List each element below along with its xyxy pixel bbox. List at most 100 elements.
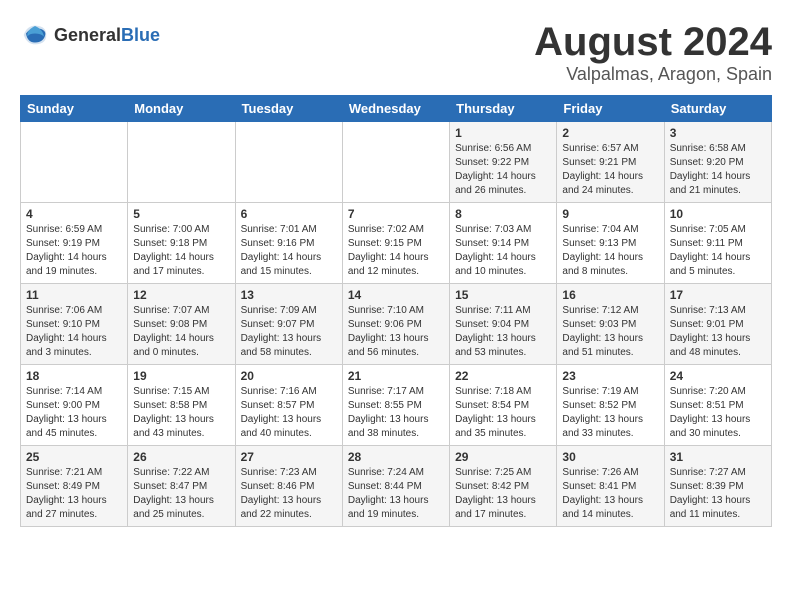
day-number: 2 <box>562 126 658 140</box>
day-number: 7 <box>348 207 444 221</box>
cell-content-line: Daylight: 13 hours <box>562 494 658 508</box>
calendar-cell: 27Sunrise: 7:23 AMSunset: 8:46 PMDayligh… <box>235 446 342 527</box>
cell-content-line: Sunrise: 7:06 AM <box>26 304 122 318</box>
calendar-cell <box>128 122 235 203</box>
cell-content-line: Daylight: 13 hours <box>241 413 337 427</box>
cell-content-line: Daylight: 14 hours <box>241 251 337 265</box>
logo: General Blue <box>20 20 160 50</box>
page-header: General Blue August 2024 Valpalmas, Arag… <box>20 20 772 85</box>
calendar-cell: 2Sunrise: 6:57 AMSunset: 9:21 PMDaylight… <box>557 122 664 203</box>
calendar-week-row: 4Sunrise: 6:59 AMSunset: 9:19 PMDaylight… <box>21 203 772 284</box>
cell-content-line: Sunrise: 7:27 AM <box>670 466 766 480</box>
cell-content-line: and 58 minutes. <box>241 346 337 360</box>
cell-content-line: Sunset: 8:51 PM <box>670 399 766 413</box>
calendar-cell: 21Sunrise: 7:17 AMSunset: 8:55 PMDayligh… <box>342 365 449 446</box>
cell-content-line: and 43 minutes. <box>133 427 229 441</box>
col-monday: Monday <box>128 96 235 122</box>
day-number: 23 <box>562 369 658 383</box>
cell-content-line: Daylight: 14 hours <box>133 332 229 346</box>
cell-content-line: Sunset: 8:46 PM <box>241 480 337 494</box>
cell-content-line: Sunset: 8:52 PM <box>562 399 658 413</box>
calendar-table: Sunday Monday Tuesday Wednesday Thursday… <box>20 95 772 527</box>
calendar-cell: 15Sunrise: 7:11 AMSunset: 9:04 PMDayligh… <box>450 284 557 365</box>
calendar-cell: 6Sunrise: 7:01 AMSunset: 9:16 PMDaylight… <box>235 203 342 284</box>
cell-content-line: Sunset: 9:03 PM <box>562 318 658 332</box>
cell-content-line: and 45 minutes. <box>26 427 122 441</box>
cell-content-line: Daylight: 14 hours <box>26 332 122 346</box>
cell-content-line: Daylight: 13 hours <box>562 332 658 346</box>
calendar-cell: 4Sunrise: 6:59 AMSunset: 9:19 PMDaylight… <box>21 203 128 284</box>
day-number: 30 <box>562 450 658 464</box>
cell-content-line: and 10 minutes. <box>455 265 551 279</box>
calendar-cell: 28Sunrise: 7:24 AMSunset: 8:44 PMDayligh… <box>342 446 449 527</box>
cell-content-line: Sunset: 9:16 PM <box>241 237 337 251</box>
calendar-cell: 13Sunrise: 7:09 AMSunset: 9:07 PMDayligh… <box>235 284 342 365</box>
cell-content-line: Sunset: 9:13 PM <box>562 237 658 251</box>
cell-content-line: Sunrise: 7:09 AM <box>241 304 337 318</box>
day-number: 20 <box>241 369 337 383</box>
cell-content-line: and 19 minutes. <box>348 508 444 522</box>
calendar-cell: 12Sunrise: 7:07 AMSunset: 9:08 PMDayligh… <box>128 284 235 365</box>
day-number: 16 <box>562 288 658 302</box>
cell-content-line: Daylight: 14 hours <box>26 251 122 265</box>
cell-content-line: and 38 minutes. <box>348 427 444 441</box>
calendar-cell: 29Sunrise: 7:25 AMSunset: 8:42 PMDayligh… <box>450 446 557 527</box>
cell-content-line: Daylight: 14 hours <box>562 251 658 265</box>
cell-content-line: and 17 minutes. <box>455 508 551 522</box>
calendar-cell: 20Sunrise: 7:16 AMSunset: 8:57 PMDayligh… <box>235 365 342 446</box>
calendar-cell: 3Sunrise: 6:58 AMSunset: 9:20 PMDaylight… <box>664 122 771 203</box>
calendar-cell: 8Sunrise: 7:03 AMSunset: 9:14 PMDaylight… <box>450 203 557 284</box>
cell-content-line: and 53 minutes. <box>455 346 551 360</box>
cell-content-line: and 35 minutes. <box>455 427 551 441</box>
day-number: 28 <box>348 450 444 464</box>
cell-content-line: and 8 minutes. <box>562 265 658 279</box>
day-number: 10 <box>670 207 766 221</box>
cell-content-line: Sunrise: 6:59 AM <box>26 223 122 237</box>
cell-content-line: and 56 minutes. <box>348 346 444 360</box>
cell-content-line: Sunset: 9:21 PM <box>562 156 658 170</box>
day-number: 4 <box>26 207 122 221</box>
col-sunday: Sunday <box>21 96 128 122</box>
cell-content-line: and 17 minutes. <box>133 265 229 279</box>
cell-content-line: Daylight: 13 hours <box>26 494 122 508</box>
cell-content-line: and 40 minutes. <box>241 427 337 441</box>
cell-content-line: Sunset: 9:00 PM <box>26 399 122 413</box>
cell-content-line: and 15 minutes. <box>241 265 337 279</box>
day-number: 21 <box>348 369 444 383</box>
cell-content-line: Sunrise: 7:05 AM <box>670 223 766 237</box>
cell-content-line: Sunrise: 7:10 AM <box>348 304 444 318</box>
day-number: 18 <box>26 369 122 383</box>
cell-content-line: Daylight: 14 hours <box>348 251 444 265</box>
calendar-cell: 7Sunrise: 7:02 AMSunset: 9:15 PMDaylight… <box>342 203 449 284</box>
cell-content-line: Daylight: 13 hours <box>455 332 551 346</box>
col-wednesday: Wednesday <box>342 96 449 122</box>
cell-content-line: and 0 minutes. <box>133 346 229 360</box>
cell-content-line: and 30 minutes. <box>670 427 766 441</box>
cell-content-line: Sunrise: 7:02 AM <box>348 223 444 237</box>
cell-content-line: Sunrise: 7:16 AM <box>241 385 337 399</box>
cell-content-line: Sunset: 8:42 PM <box>455 480 551 494</box>
col-friday: Friday <box>557 96 664 122</box>
cell-content-line: Daylight: 13 hours <box>133 413 229 427</box>
cell-content-line: Sunrise: 7:04 AM <box>562 223 658 237</box>
cell-content-line: Sunrise: 7:22 AM <box>133 466 229 480</box>
cell-content-line: Sunrise: 6:58 AM <box>670 142 766 156</box>
cell-content-line: and 22 minutes. <box>241 508 337 522</box>
cell-content-line: Sunrise: 7:13 AM <box>670 304 766 318</box>
cell-content-line: Sunrise: 7:19 AM <box>562 385 658 399</box>
cell-content-line: Sunrise: 7:17 AM <box>348 385 444 399</box>
cell-content-line: Sunrise: 6:57 AM <box>562 142 658 156</box>
cell-content-line: Sunset: 9:10 PM <box>26 318 122 332</box>
cell-content-line: Sunset: 8:55 PM <box>348 399 444 413</box>
col-tuesday: Tuesday <box>235 96 342 122</box>
calendar-cell <box>342 122 449 203</box>
calendar-cell: 25Sunrise: 7:21 AMSunset: 8:49 PMDayligh… <box>21 446 128 527</box>
cell-content-line: Sunrise: 7:20 AM <box>670 385 766 399</box>
calendar-week-row: 18Sunrise: 7:14 AMSunset: 9:00 PMDayligh… <box>21 365 772 446</box>
cell-content-line: Sunset: 9:01 PM <box>670 318 766 332</box>
cell-content-line: and 11 minutes. <box>670 508 766 522</box>
cell-content-line: Sunset: 8:49 PM <box>26 480 122 494</box>
day-number: 1 <box>455 126 551 140</box>
day-number: 8 <box>455 207 551 221</box>
calendar-cell: 22Sunrise: 7:18 AMSunset: 8:54 PMDayligh… <box>450 365 557 446</box>
